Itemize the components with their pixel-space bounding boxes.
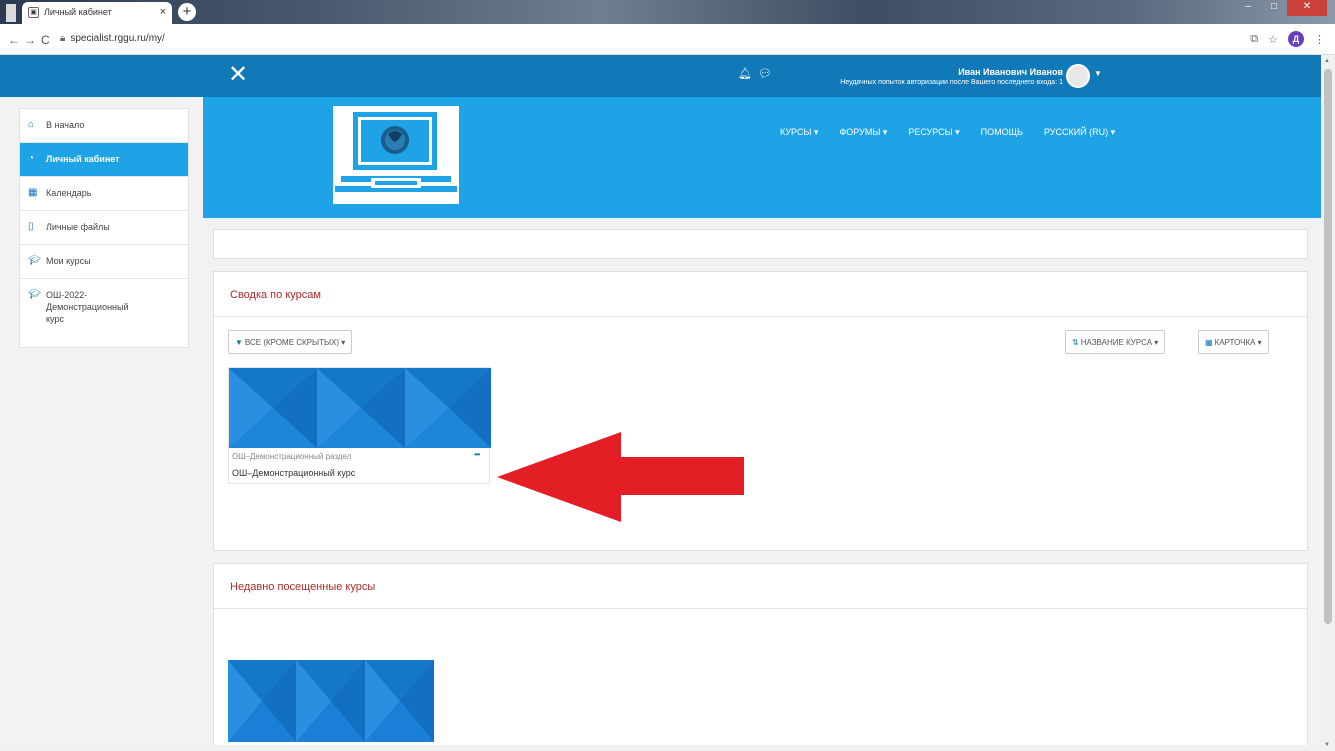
lock-icon: 🔒︎: [60, 33, 66, 44]
sidebar-item-private-files[interactable]: ▯ Личные файлы: [20, 211, 188, 245]
site-navbar: ✕ 🔔︎ 💬︎ Иван Иванович Иванов Неудачных п…: [0, 55, 1321, 97]
window-controls: – □ ✕: [1235, 0, 1327, 16]
recent-courses-block: Недавно посещенные курсы: [213, 563, 1308, 751]
course-image[interactable]: [229, 368, 491, 448]
browser-menu-icon[interactable]: ⋮: [1314, 33, 1325, 46]
sidebar-item-label: Личный кабинет: [46, 154, 120, 164]
header-banner: КУРСЫ ▾ ФОРУМЫ ▾ РЕСУРСЫ ▾ ПОМОЩЬ РУССКИ…: [203, 97, 1321, 218]
horizontal-scrollbar[interactable]: [0, 745, 1321, 751]
recent-course-image[interactable]: [228, 660, 434, 742]
nav-drawer: ⌂ В начало ◔ Личный кабинет ▦ Календарь …: [19, 108, 189, 348]
divider: [214, 316, 1307, 317]
sort-dropdown[interactable]: ⇅ НАЗВАНИЕ КУРСА ▾: [1065, 330, 1166, 354]
browser-tab-bar: ▣ Личный кабинет × + – □ ✕: [0, 0, 1335, 24]
scroll-thumb[interactable]: [1324, 69, 1332, 624]
sort-label: НАЗВАНИЕ КУРСА ▾: [1080, 338, 1159, 347]
filter-icon: ▼: [235, 338, 243, 347]
install-icon[interactable]: ⧉: [1250, 33, 1258, 46]
site-logo[interactable]: [333, 106, 459, 204]
course-overview-title: Сводка по курсам: [230, 289, 321, 301]
address-bar-actions: ⧉ ☆ Д ⋮: [1250, 31, 1325, 47]
sort-icon: ⇅: [1072, 338, 1079, 347]
user-avatar[interactable]: [1066, 64, 1090, 88]
scroll-up-icon[interactable]: ▲: [1324, 58, 1330, 64]
forward-icon[interactable]: →: [24, 33, 36, 47]
menu-help[interactable]: ПОМОЩЬ: [981, 127, 1023, 138]
recent-courses-title: Недавно посещенные курсы: [230, 581, 376, 593]
url-field[interactable]: 🔒︎ specialist.rggu.ru/my/: [60, 33, 165, 44]
top-menu: КУРСЫ ▾ ФОРУМЫ ▾ РЕСУРСЫ ▾ ПОМОЩЬ РУССКИ…: [780, 127, 1115, 138]
sidebar-item-home[interactable]: ⌂ В начало: [20, 109, 188, 143]
graduation-cap-icon: 🎓︎: [28, 289, 41, 300]
bookmark-star-icon[interactable]: ☆: [1268, 33, 1278, 46]
user-menu-caret-icon[interactable]: ▼: [1094, 69, 1102, 78]
address-bar: ← → C 🔒︎ specialist.rggu.ru/my/ ⧉ ☆ Д ⋮: [0, 24, 1335, 55]
sidebar-item-my-courses[interactable]: 🎓︎ Мои курсы: [20, 245, 188, 279]
maximize-icon[interactable]: □: [1261, 0, 1287, 16]
empty-block: [213, 229, 1308, 259]
sidebar-item-course[interactable]: 🎓︎ ОШ-2022-Демонстрационный курс: [20, 279, 130, 347]
course-actions-menu-icon[interactable]: •••: [474, 450, 480, 459]
tab-close-icon[interactable]: ×: [160, 6, 166, 18]
back-icon[interactable]: ←: [8, 33, 20, 47]
red-arrow-annotation: [497, 432, 744, 522]
view-label: КАРТОЧКА ▾: [1214, 338, 1262, 347]
sidebar-item-dashboard[interactable]: ◔ Личный кабинет: [20, 143, 188, 177]
browser-tab-title: Личный кабинет: [44, 7, 112, 17]
home-icon: ⌂: [28, 119, 35, 130]
sidebar-item-label: Мои курсы: [46, 256, 91, 266]
grid-icon: ▦: [1205, 338, 1213, 347]
sidebar-item-label: ОШ-2022-Демонстрационный курс: [46, 290, 129, 324]
menu-courses[interactable]: КУРСЫ ▾: [780, 127, 818, 138]
menu-resources[interactable]: РЕСУРСЫ ▾: [908, 127, 959, 138]
graduation-cap-icon: 🎓︎: [28, 255, 41, 266]
tab-strip-edge: [6, 4, 16, 22]
calendar-icon: ▦: [28, 187, 38, 198]
browser-tab[interactable]: ▣ Личный кабинет ×: [22, 2, 172, 24]
divider: [214, 608, 1307, 609]
laptop-logo-icon: [335, 112, 457, 192]
profile-avatar[interactable]: Д: [1288, 31, 1304, 47]
view-dropdown[interactable]: ▦ КАРТОЧКА ▾: [1198, 330, 1269, 354]
url-text: specialist.rggu.ru/my/: [70, 33, 165, 44]
favicon-icon: ▣: [28, 7, 39, 18]
vertical-scrollbar[interactable]: ▲ ▼: [1321, 55, 1335, 751]
user-name[interactable]: Иван Иванович Иванов: [915, 67, 1063, 77]
file-icon: ▯: [28, 221, 34, 232]
new-tab-button[interactable]: +: [178, 3, 196, 21]
reload-icon[interactable]: C: [41, 33, 50, 47]
login-attempts-notice: Неудачных попыток авторизации после Ваше…: [840, 79, 1063, 86]
window-close-icon[interactable]: ✕: [1287, 0, 1327, 16]
sidebar-item-calendar[interactable]: ▦ Календарь: [20, 177, 188, 211]
course-overview-block: Сводка по курсам ▼ ВСЕ (КРОМЕ СКРЫТЫХ) ▾ …: [213, 271, 1308, 551]
dashboard-icon: ◔: [28, 153, 35, 164]
minimize-icon[interactable]: –: [1235, 0, 1261, 16]
sidebar-item-label: В начало: [46, 120, 85, 130]
close-drawer-icon[interactable]: ✕: [228, 61, 248, 89]
scroll-down-icon[interactable]: ▼: [1324, 742, 1330, 748]
sidebar-item-label: Личные файлы: [46, 222, 110, 232]
menu-forums[interactable]: ФОРУМЫ ▾: [839, 127, 887, 138]
filter-dropdown[interactable]: ▼ ВСЕ (КРОМЕ СКРЫТЫХ) ▾: [228, 330, 353, 354]
menu-language[interactable]: РУССКИЙ (RU) ▾: [1044, 127, 1115, 138]
course-card[interactable]: ОШ–Демонстрационный раздел ••• ОШ–Демонс…: [228, 367, 491, 484]
course-category: ОШ–Демонстрационный раздел: [232, 452, 352, 461]
filter-label: ВСЕ (КРОМЕ СКРЫТЫХ) ▾: [244, 338, 346, 347]
course-name-link[interactable]: ОШ–Демонстрационный курс: [232, 468, 355, 478]
sidebar-item-label: Календарь: [46, 188, 92, 198]
